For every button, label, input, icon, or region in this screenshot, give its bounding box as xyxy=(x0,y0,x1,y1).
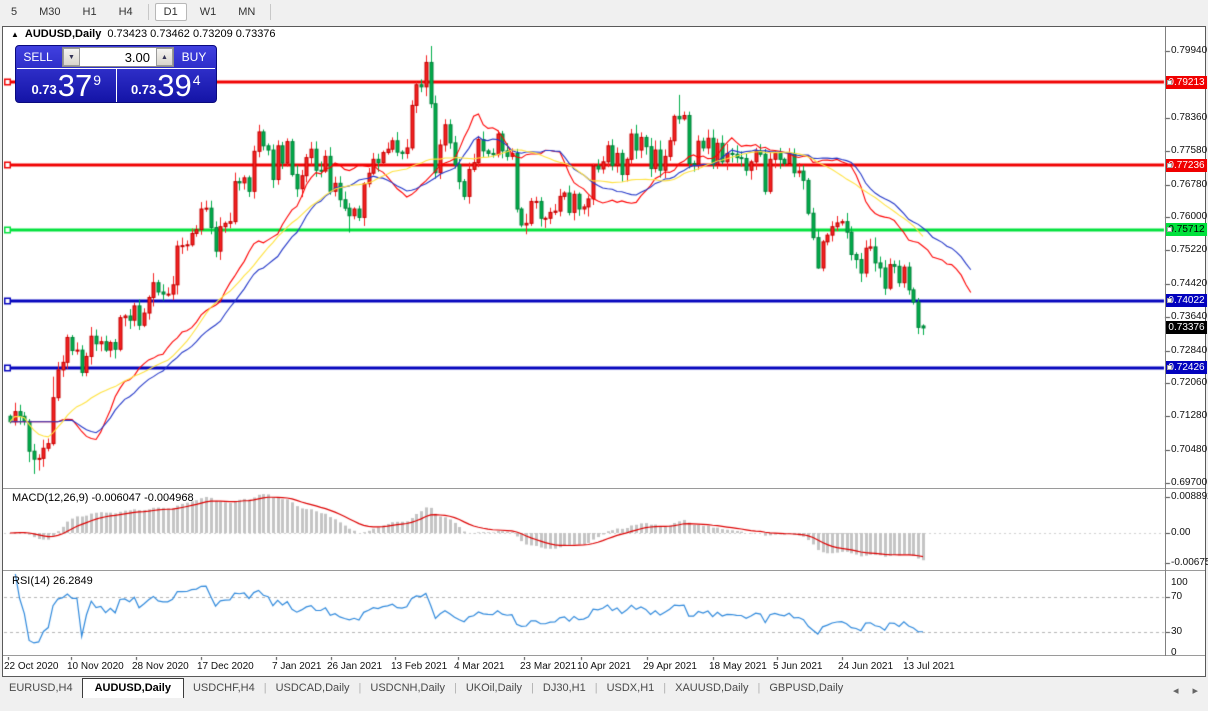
level-drag-knob[interactable] xyxy=(1167,298,1172,303)
sell-price-sup: 9 xyxy=(93,73,101,87)
date-tick-label: 7 Jan 2021 xyxy=(272,661,322,672)
sell-price-big: 37 xyxy=(58,73,92,99)
macd-indicator-label: MACD(12,26,9) -0.006047 -0.004968 xyxy=(12,492,194,504)
chart-canvas[interactable] xyxy=(0,0,1208,711)
level-price-badge[interactable]: 0.77236 xyxy=(1166,159,1207,172)
volume-decrease-icon[interactable]: ▼ xyxy=(63,48,80,66)
level-drag-knob[interactable] xyxy=(1167,227,1172,232)
price-tick-label: 0.72060 xyxy=(1171,377,1207,388)
date-tick-label: 18 May 2021 xyxy=(709,661,767,672)
price-tick-label: 0.71280 xyxy=(1171,410,1207,421)
level-price-badge[interactable]: 0.75712 xyxy=(1166,223,1207,236)
chart-ohlc-values: 0.73423 0.73462 0.73209 0.73376 xyxy=(107,28,275,40)
date-tick-label: 13 Jul 2021 xyxy=(903,661,955,672)
price-tick-label: 0.79940 xyxy=(1171,45,1207,56)
buy-price-big: 39 xyxy=(157,73,191,99)
date-tick-label: 5 Jun 2021 xyxy=(773,661,823,672)
level-drag-knob[interactable] xyxy=(1167,80,1172,85)
date-tick-label: 29 Apr 2021 xyxy=(643,661,697,672)
price-tick-label: 0.69700 xyxy=(1171,477,1207,488)
level-price-badge[interactable]: 0.74022 xyxy=(1166,294,1207,307)
date-tick-label: 13 Feb 2021 xyxy=(391,661,447,672)
price-tick-label: 0.76000 xyxy=(1171,211,1207,222)
rsi-axis-label: 0 xyxy=(1171,647,1177,658)
volume-input[interactable]: 3.00 xyxy=(80,48,156,66)
price-tick-label: 0.77580 xyxy=(1171,145,1207,156)
price-tick-label: 0.72840 xyxy=(1171,345,1207,356)
volume-stepper: ▼ 3.00 ▲ xyxy=(62,47,174,67)
chart-symbol-label: AUDUSD,Daily xyxy=(25,28,101,40)
date-tick-label: 4 Mar 2021 xyxy=(454,661,505,672)
collapse-window-icon[interactable]: ▲ xyxy=(11,30,19,39)
macd-axis-label: 0.008892 xyxy=(1171,491,1208,502)
price-tick-label: 0.75220 xyxy=(1171,244,1207,255)
date-tick-label: 10 Apr 2021 xyxy=(577,661,631,672)
date-tick-label: 17 Dec 2020 xyxy=(197,661,254,672)
date-tick-label: 10 Nov 2020 xyxy=(67,661,124,672)
date-tick-label: 23 Mar 2021 xyxy=(520,661,576,672)
main-macd-separator[interactable] xyxy=(3,488,1205,490)
sell-price-prefix: 0.73 xyxy=(31,82,56,97)
level-drag-knob[interactable] xyxy=(1167,365,1172,370)
level-drag-knob[interactable] xyxy=(1167,163,1172,168)
date-tick-label: 26 Jan 2021 xyxy=(327,661,382,672)
date-tick-label: 28 Nov 2020 xyxy=(132,661,189,672)
buy-price-button[interactable]: 0.73 39 4 xyxy=(117,68,216,102)
current-price-badge: 0.73376 xyxy=(1166,321,1207,334)
rsi-axis-label: 30 xyxy=(1171,626,1182,637)
price-tick-label: 0.73640 xyxy=(1171,311,1207,322)
rsi-axis-label: 70 xyxy=(1171,591,1182,602)
buy-button[interactable]: BUY xyxy=(172,46,216,68)
macd-axis-label: 0.00 xyxy=(1171,527,1190,538)
rsi-indicator-label: RSI(14) 26.2849 xyxy=(12,575,93,587)
macd-rsi-separator[interactable] xyxy=(3,570,1205,572)
rsi-axis-label: 100 xyxy=(1171,577,1188,588)
price-tick-label: 0.74420 xyxy=(1171,278,1207,289)
price-tick-label: 0.70480 xyxy=(1171,444,1207,455)
rsi-dateaxis-separator xyxy=(3,655,1205,657)
tabs-scroll-right-icon[interactable]: ▸ xyxy=(1192,684,1198,697)
buy-price-sup: 4 xyxy=(193,73,201,87)
price-tick-label: 0.76780 xyxy=(1171,179,1207,190)
date-tick-label: 22 Oct 2020 xyxy=(4,661,58,672)
macd-axis-label: -0.006758 xyxy=(1171,557,1208,568)
date-tick-label: 24 Jun 2021 xyxy=(838,661,893,672)
tabs-scroll-left-icon[interactable]: ◂ xyxy=(1173,684,1179,697)
price-axis-line xyxy=(1165,27,1166,656)
price-tick-label: 0.78360 xyxy=(1171,112,1207,123)
volume-increase-icon[interactable]: ▲ xyxy=(156,48,173,66)
level-price-badge[interactable]: 0.72426 xyxy=(1166,361,1207,374)
chart-title: ▲ AUDUSD,Daily 0.73423 0.73462 0.73209 0… xyxy=(11,28,276,40)
sell-price-button[interactable]: 0.73 37 9 xyxy=(17,68,117,102)
level-price-badge[interactable]: 0.79213 xyxy=(1166,76,1207,89)
buy-price-prefix: 0.73 xyxy=(131,82,156,97)
sell-button[interactable]: SELL xyxy=(16,46,60,68)
one-click-trade-panel: SELL BUY ▼ 3.00 ▲ 0.73 37 9 0.73 39 4 xyxy=(15,45,217,103)
